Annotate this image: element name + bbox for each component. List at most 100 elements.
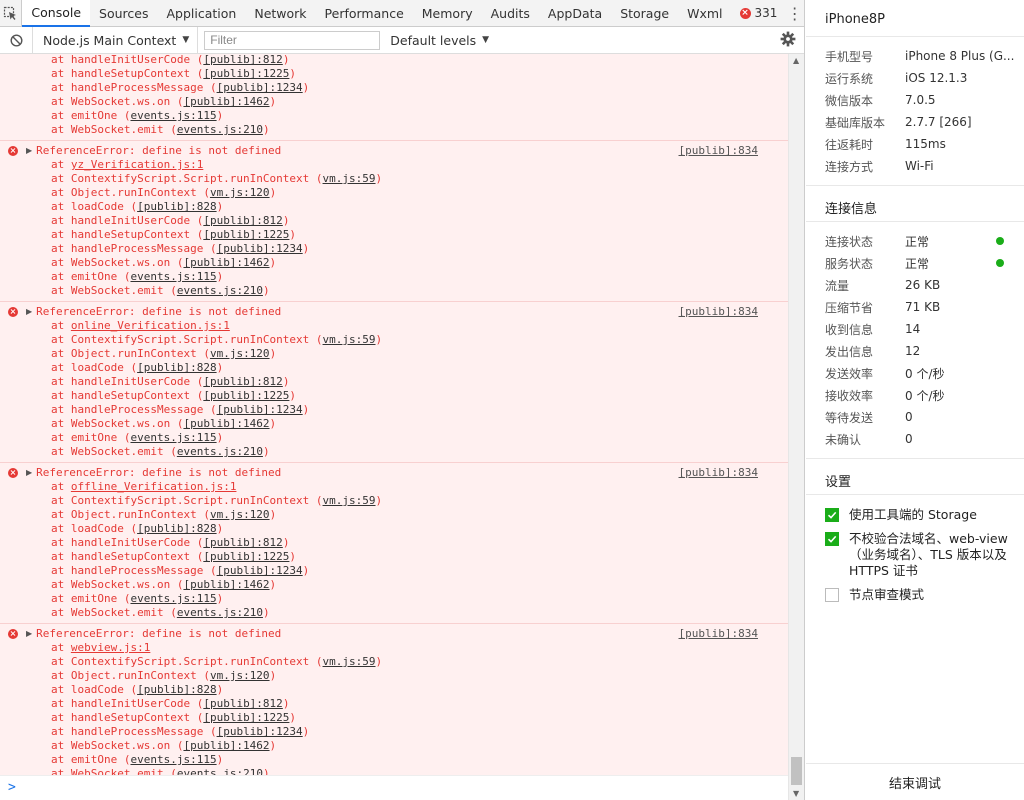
tab-memory[interactable]: Memory	[413, 0, 482, 26]
levels-selector[interactable]: Default levels ▼	[390, 33, 489, 48]
tab-storage[interactable]: Storage	[611, 0, 678, 26]
stack-frame-link[interactable]: [publib]:1225	[203, 711, 289, 724]
error-header[interactable]: × ▶ ReferenceError: define is not defined […	[0, 466, 788, 480]
setting-option[interactable]: 不校验合法域名、web-view（业务域名）、TLS 版本以及 HTTPS 证书	[806, 531, 1024, 579]
stack-frame-link[interactable]: events.js:210	[177, 767, 263, 775]
error-source-link[interactable]: [publib]:834	[679, 305, 758, 319]
stack-frame-link[interactable]: vm.js:59	[323, 172, 376, 185]
scroll-down-icon[interactable]: ▼	[793, 789, 799, 798]
stack-frame-link[interactable]: offline_Verification.js:1	[71, 480, 237, 493]
tab-network[interactable]: Network	[245, 0, 315, 26]
stack-frame: at Object.runInContext (vm.js:120)	[51, 186, 277, 199]
stack-frame-link[interactable]: [publib]:1234	[217, 564, 303, 577]
error-header[interactable]: × ▶ ReferenceError: define is not defined […	[0, 144, 788, 158]
stack-frame: at loadCode ([publib]:828)	[51, 522, 224, 535]
stack-frame-link[interactable]: [publib]:828	[137, 200, 216, 213]
info-key: 基础库版本	[825, 115, 886, 130]
stack-frame-link[interactable]: yz_Verification.js:1	[71, 158, 203, 171]
info-value: 115ms	[905, 137, 946, 151]
inspect-element-icon[interactable]	[0, 0, 23, 26]
more-options-icon[interactable]: ⋮	[785, 0, 804, 26]
stack-frame-link[interactable]: vm.js:120	[210, 669, 270, 682]
stack-frame-link[interactable]: [publib]:1234	[217, 725, 303, 738]
tab-performance[interactable]: Performance	[316, 0, 413, 26]
stack-frame-link[interactable]: [publib]:1462	[183, 95, 269, 108]
setting-option[interactable]: 节点审查模式	[806, 587, 1024, 603]
scroll-up-icon[interactable]: ▲	[793, 56, 799, 65]
stack-frame-link[interactable]: [publib]:1234	[217, 81, 303, 94]
expand-triangle-icon[interactable]: ▶	[26, 144, 32, 158]
error-counter[interactable]: × 331	[732, 0, 786, 26]
error-source-link[interactable]: [publib]:834	[679, 144, 758, 158]
stack-frame-link[interactable]: [publib]:1234	[217, 403, 303, 416]
stack-frame-link[interactable]: webview.js:1	[71, 641, 150, 654]
error-header[interactable]: × ▶ ReferenceError: define is not defined […	[0, 627, 788, 641]
filter-input[interactable]	[204, 30, 381, 50]
info-value: 26 KB	[905, 278, 941, 292]
tab-audits[interactable]: Audits	[482, 0, 539, 26]
checkbox-unchecked[interactable]	[825, 588, 839, 602]
stack-frame-link[interactable]: online_Verification.js:1	[71, 319, 230, 332]
tab-wxml[interactable]: Wxml	[678, 0, 731, 26]
scrollbar-thumb[interactable]	[791, 757, 802, 785]
error-source-link[interactable]: [publib]:834	[679, 627, 758, 641]
stack-frame-link[interactable]: [publib]:1462	[183, 256, 269, 269]
stack-frame-link[interactable]: events.js:210	[177, 445, 263, 458]
stack-frame-link[interactable]: events.js:115	[130, 270, 216, 283]
stack-frame-link[interactable]: [publib]:1234	[217, 242, 303, 255]
context-selector[interactable]: Node.js Main Context ▼	[33, 26, 199, 54]
stack-frame-link[interactable]: vm.js:59	[323, 655, 376, 668]
error-source-link[interactable]: [publib]:834	[679, 466, 758, 480]
stack-frame-link[interactable]: [publib]:1462	[183, 417, 269, 430]
console-error-message[interactable]: × ▶ ReferenceError: define is not defined […	[0, 301, 788, 462]
stack-frame-link[interactable]: [publib]:812	[203, 214, 282, 227]
stack-frame-link[interactable]: events.js:115	[130, 753, 216, 766]
stack-frame-link[interactable]: [publib]:1462	[183, 739, 269, 752]
checkbox-checked[interactable]	[825, 532, 839, 546]
stack-frame-link[interactable]: [publib]:828	[137, 361, 216, 374]
stack-frame-link[interactable]: events.js:115	[130, 592, 216, 605]
settings-gear-icon[interactable]	[780, 31, 796, 50]
error-header[interactable]: × ▶ ReferenceError: define is not defined […	[0, 305, 788, 319]
end-debug-button[interactable]: 结束调试	[806, 763, 1024, 800]
tab-sources[interactable]: Sources	[90, 0, 157, 26]
tab-appdata[interactable]: AppData	[539, 0, 611, 26]
tab-console[interactable]: Console	[22, 0, 91, 27]
expand-triangle-icon[interactable]: ▶	[26, 627, 32, 641]
stack-frame-link[interactable]: [publib]:1462	[183, 578, 269, 591]
stack-frame: at emitOne (events.js:115)	[51, 109, 224, 122]
stack-frame-link[interactable]: [publib]:812	[203, 697, 282, 710]
stack-frame-link[interactable]: events.js:115	[130, 431, 216, 444]
stack-frame-link[interactable]: [publib]:828	[137, 522, 216, 535]
setting-label: 节点审查模式	[849, 587, 925, 602]
expand-triangle-icon[interactable]: ▶	[26, 305, 32, 319]
stack-frame-link[interactable]: [publib]:1225	[203, 228, 289, 241]
stack-frame-link[interactable]: [publib]:1225	[203, 550, 289, 563]
clear-console-icon[interactable]	[0, 26, 33, 54]
stack-frame-link[interactable]: vm.js:120	[210, 347, 270, 360]
stack-frame-link[interactable]: [publib]:812	[203, 536, 282, 549]
console-error-message[interactable]: × ▶ ReferenceError: define is not defined […	[0, 462, 788, 623]
tab-application[interactable]: Application	[158, 0, 246, 26]
stack-frame-link[interactable]: [publib]:812	[203, 54, 282, 66]
setting-option[interactable]: 使用工具端的 Storage	[806, 507, 1024, 523]
stack-frame-link[interactable]: [publib]:1225	[203, 67, 289, 80]
checkbox-checked[interactable]	[825, 508, 839, 522]
stack-frame-link[interactable]: events.js:210	[177, 123, 263, 136]
stack-frame-link[interactable]: events.js:115	[130, 109, 216, 122]
console-scrollbar[interactable]: ▲ ▼	[788, 54, 804, 800]
console-error-message[interactable]: × ▶ ReferenceError: define is not defined […	[0, 140, 788, 301]
stack-frame-link[interactable]: vm.js:59	[323, 333, 376, 346]
console-prompt[interactable]: >	[0, 775, 788, 800]
console-error-message[interactable]: × ▶ ReferenceError: define is not defined […	[0, 623, 788, 775]
stack-frame-link[interactable]: vm.js:120	[210, 508, 270, 521]
stack-frame-link[interactable]: vm.js:59	[323, 494, 376, 507]
stack-frame-link[interactable]: events.js:210	[177, 284, 263, 297]
stack-frame-link[interactable]: [publib]:1225	[203, 389, 289, 402]
stack-frame-link[interactable]: vm.js:120	[210, 186, 270, 199]
stack-frame-link[interactable]: [publib]:828	[137, 683, 216, 696]
stack-frame-link[interactable]: [publib]:812	[203, 375, 282, 388]
stack-frame-link[interactable]: events.js:210	[177, 606, 263, 619]
stack-frame: at handleProcessMessage ([publib]:1234)	[51, 564, 310, 577]
expand-triangle-icon[interactable]: ▶	[26, 466, 32, 480]
